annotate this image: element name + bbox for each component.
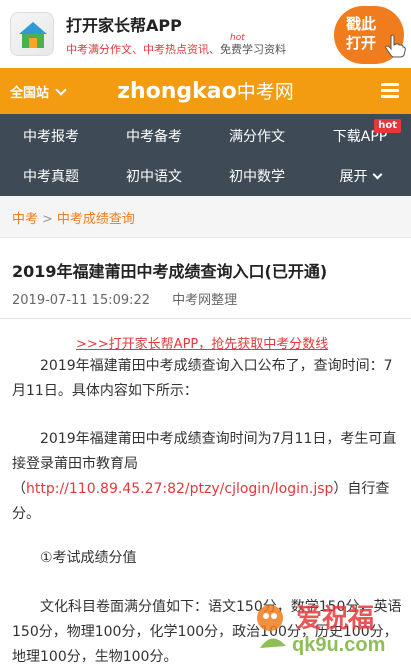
cta-line1: 戳此 (346, 15, 377, 33)
article-source: 中考网整理 (172, 293, 238, 308)
watermark-url: qk9u.com (292, 634, 386, 656)
divider (0, 318, 411, 319)
app-logo (10, 12, 54, 56)
hot-badge: hot (374, 119, 401, 133)
app-promo-link[interactable]: >>>打开家长帮APP，抢先获取中考分数线 (76, 333, 328, 352)
nav-item-past-papers[interactable]: 中考真题 (0, 166, 102, 186)
watermark: 爱祝福 qk9u.com (252, 596, 408, 666)
section-heading-scores: ①考试成绩分值 (40, 550, 137, 566)
open-app-button[interactable]: 戳此 打开 (334, 6, 406, 64)
chevron-down-icon (372, 169, 382, 180)
site-header: 全国站 zhongkao中考网 (0, 68, 411, 114)
promo-link-materials[interactable]: 免费学习资料 (220, 43, 286, 56)
nav-item-exam-prep[interactable]: 中考备考 (103, 126, 205, 146)
paragraph-query-info: 2019年福建莆田中考成绩查询时间为7月11日，考生可直接登录莆田市教育局（ht… (12, 427, 402, 527)
brand-cn: 中考网 (236, 81, 294, 103)
article-date: 2019-07-11 15:09:22 (12, 293, 151, 308)
paragraph-intro: 2019年福建莆田中考成绩查询入口公布了，查询时间：7月11日。具体内容如下所示… (12, 358, 393, 399)
promo-links: 中考满分作文、中考热点资讯、免费学习资料 (66, 41, 286, 57)
watermark-text: 爱祝福 (296, 603, 375, 633)
expand-label: 展开 (339, 169, 368, 185)
main-nav: 中考报考 中考备考 满分作文 下载APP hot 中考真题 初中语文 初中数学 … (0, 114, 411, 196)
promo-link-essay[interactable]: 中考满分作文、 (66, 43, 143, 56)
nav-item-expand[interactable]: 展开 (309, 166, 411, 186)
breadcrumb-separator: > (42, 212, 53, 227)
breadcrumb-home[interactable]: 中考 (12, 212, 38, 227)
article-meta: 2019-07-11 15:09:22 中考网整理 (12, 289, 237, 308)
article-title: 2019年福建莆田中考成绩查询入口(已开通) (12, 262, 328, 281)
breadcrumb: 中考 > 中考成绩查询 (0, 196, 411, 238)
promo-title: 打开家长帮APP (66, 16, 182, 35)
house-icon (19, 22, 47, 48)
menu-icon[interactable] (381, 83, 399, 99)
nav-item-exam-registration[interactable]: 中考报考 (0, 126, 102, 146)
brand-en: zhongkao (117, 79, 237, 104)
site-logo[interactable]: zhongkao中考网 (0, 77, 411, 104)
score-query-link[interactable]: http://110.89.45.27:82/ptzy/cjlogin/logi… (26, 481, 333, 497)
app-promo-banner[interactable]: 打开家长帮APP hot 中考满分作文、中考热点资讯、免费学习资料 戳此 打开 (0, 0, 411, 68)
nav-item-math[interactable]: 初中数学 (206, 166, 308, 186)
promo-link-news[interactable]: 中考热点资讯、 (143, 43, 220, 56)
nav-item-full-score-essays[interactable]: 满分作文 (206, 126, 308, 146)
pointer-hand-icon (385, 34, 406, 58)
breadcrumb-current[interactable]: 中考成绩查询 (57, 212, 135, 227)
nav-item-chinese[interactable]: 初中语文 (103, 166, 205, 186)
